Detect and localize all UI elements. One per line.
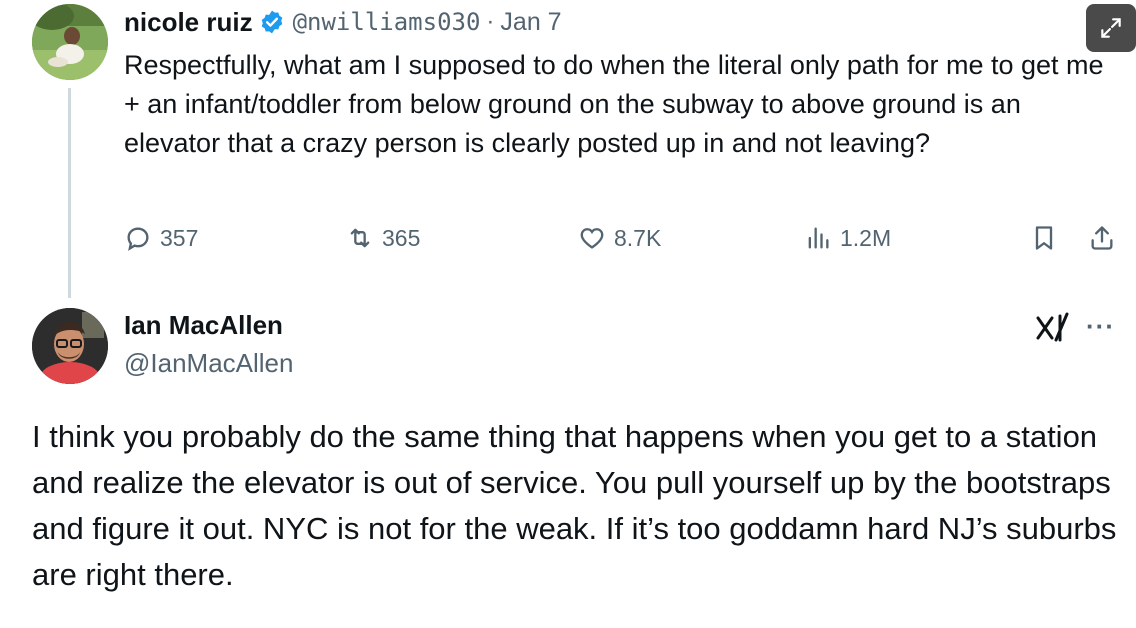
views-count: 1.2M xyxy=(840,224,892,251)
reply-count: 357 xyxy=(160,224,199,251)
tweet-text: Respectfully, what am I supposed to do w… xyxy=(124,50,1104,158)
avatar[interactable] xyxy=(32,308,108,384)
views-button[interactable]: 1.2M xyxy=(804,224,891,252)
repost-count: 365 xyxy=(382,224,421,251)
tweet-nicole: nicole ruiz @nwilliams030 · Jan 7 Respec… xyxy=(0,0,1136,300)
tweet-header: nicole ruiz @nwilliams030 · Jan 7 xyxy=(124,4,562,40)
tweet-text: I think you probably do the same thing t… xyxy=(32,419,1117,592)
author-name[interactable]: Ian MacAllen xyxy=(124,310,283,341)
author-handle[interactable]: @nwilliams030 xyxy=(293,8,481,36)
views-icon xyxy=(808,227,829,249)
repost-button[interactable]: 365 xyxy=(346,224,420,252)
share-button[interactable] xyxy=(1088,224,1124,252)
like-count: 8.7K xyxy=(614,224,662,251)
reply-button[interactable]: 357 xyxy=(124,224,198,252)
author-name[interactable]: nicole ruiz xyxy=(124,7,253,38)
like-button[interactable]: 8.7K xyxy=(578,224,661,252)
tweet-date[interactable]: Jan 7 xyxy=(500,8,561,37)
action-bar: 357 365 8.7K 1.2M xyxy=(0,224,1136,260)
separator-dot: · xyxy=(486,8,495,35)
reply-icon xyxy=(127,227,149,251)
bookmark-icon xyxy=(1035,226,1053,250)
avatar[interactable] xyxy=(32,4,108,80)
grok-icon[interactable] xyxy=(1034,310,1072,346)
author-handle[interactable]: @IanMacAllen xyxy=(124,348,293,379)
repost-icon xyxy=(350,228,370,248)
bookmark-button[interactable] xyxy=(1030,224,1066,252)
share-icon xyxy=(1091,226,1113,250)
verified-badge-icon xyxy=(261,10,282,34)
thread-line xyxy=(68,88,71,298)
more-options-icon[interactable]: ··· xyxy=(1086,313,1115,339)
heart-icon xyxy=(580,228,604,249)
